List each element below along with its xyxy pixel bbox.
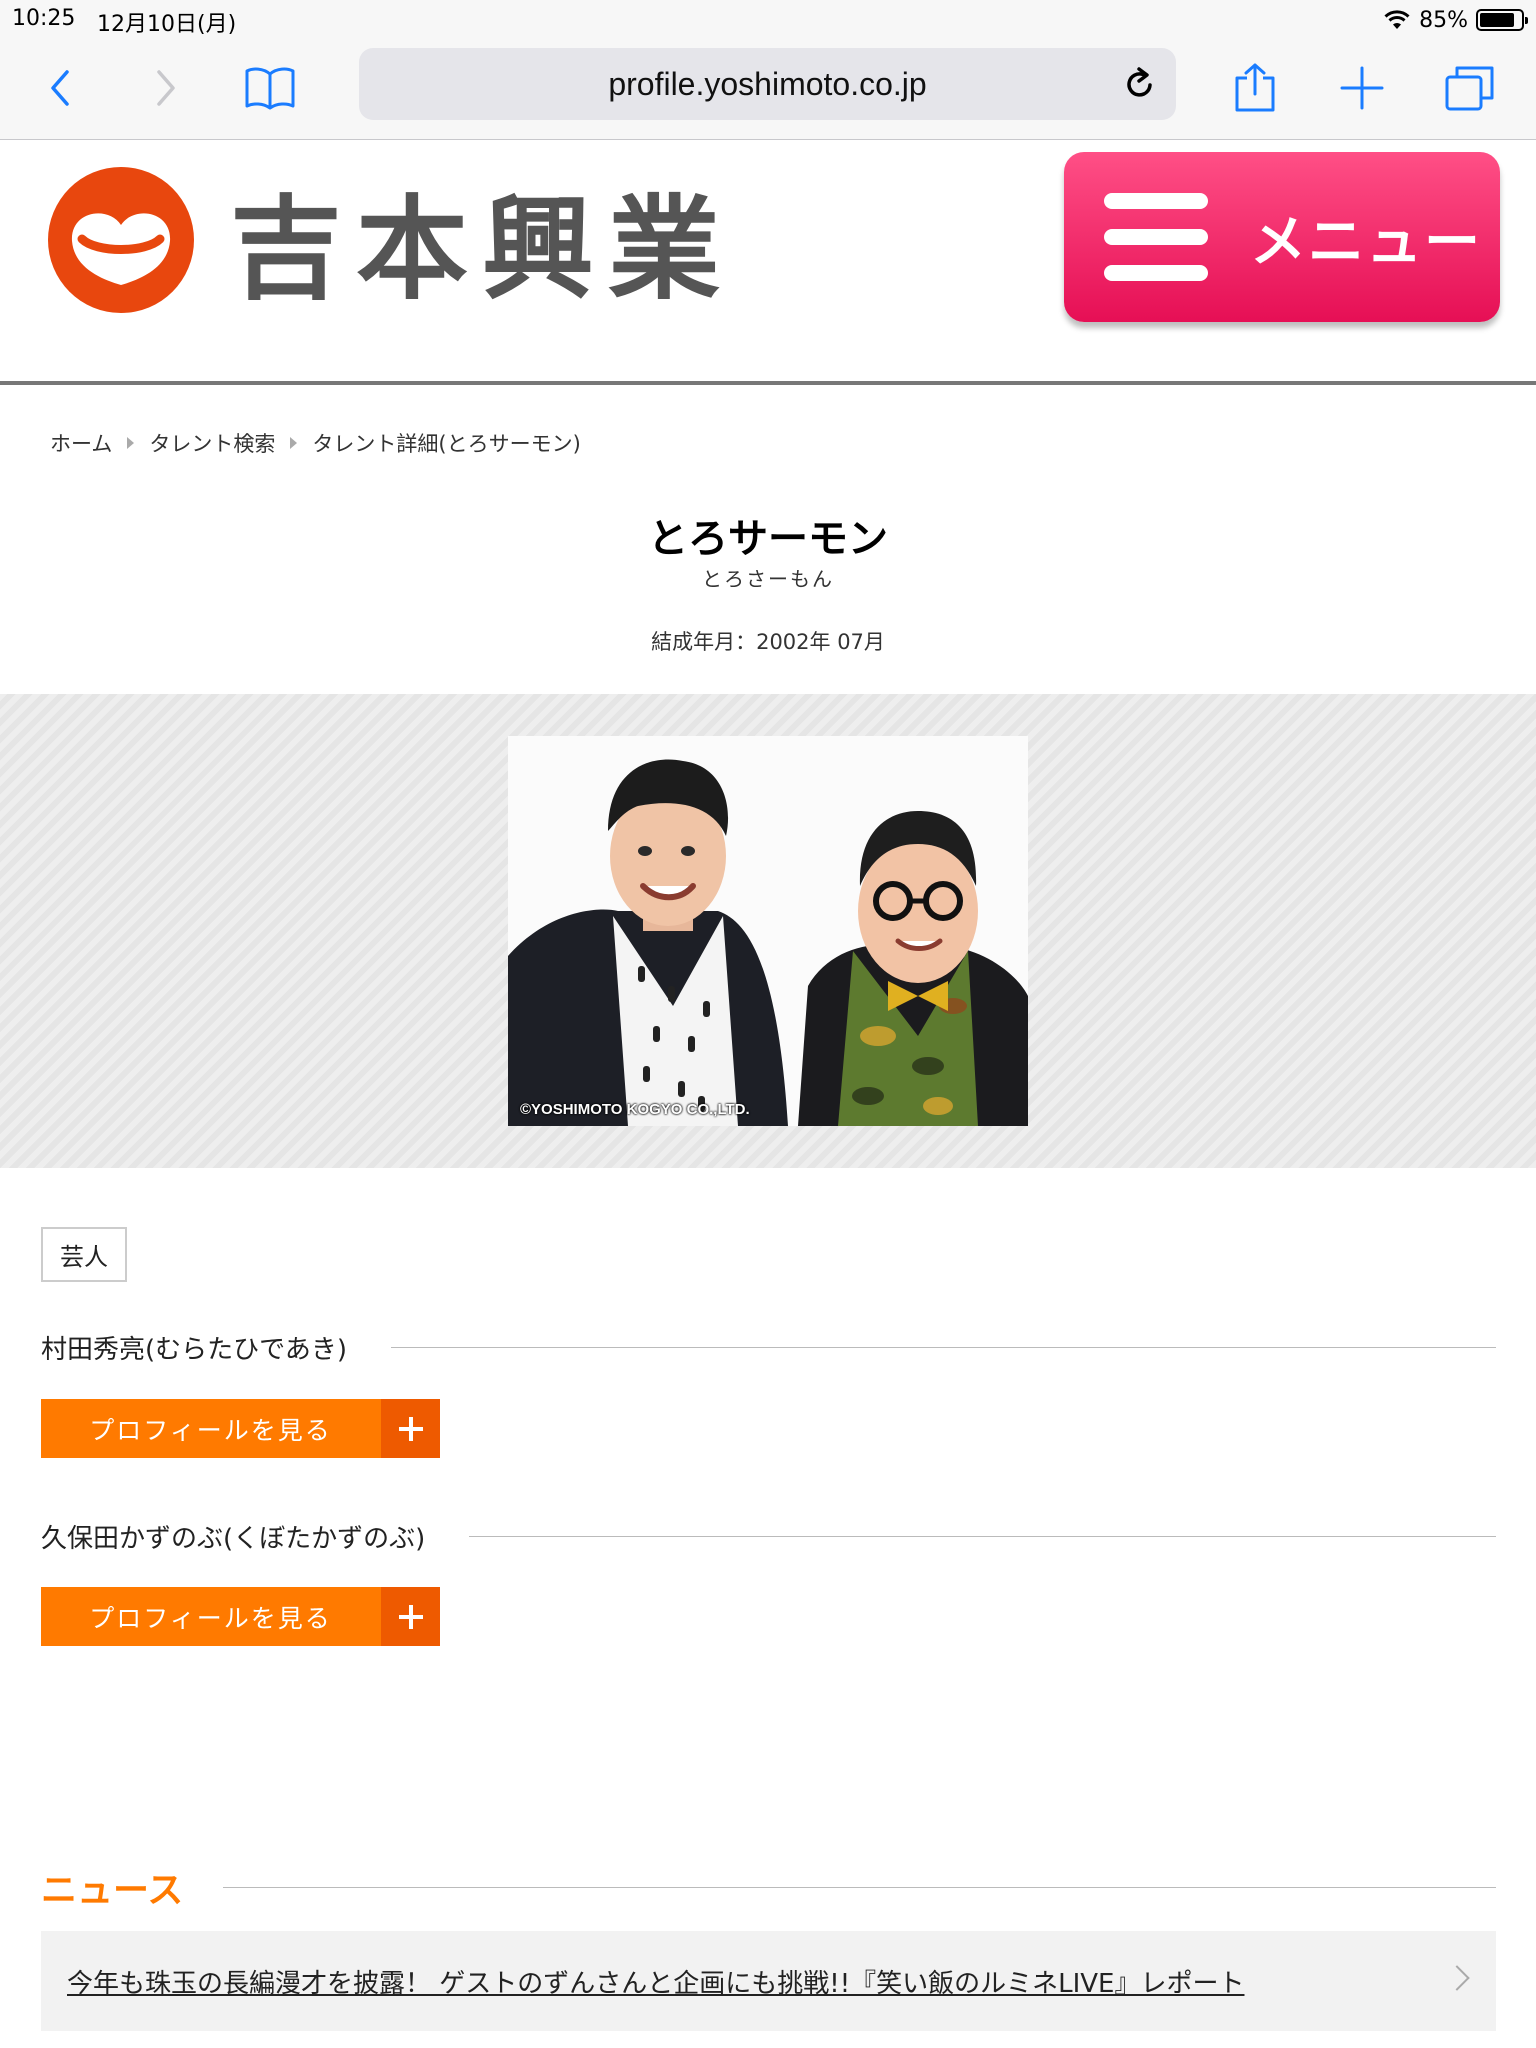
member-row: 久保田かずのぶ(くぼたかずのぶ) <box>41 1516 1496 1556</box>
logo-text: 吉本興業 <box>230 185 734 315</box>
tabs-icon <box>1445 66 1494 111</box>
new-tab-icon <box>1340 66 1384 110</box>
photo-band: ©YOSHIMOTO KOGYO CO.,LTD. <box>0 694 1536 1168</box>
battery-percent: 85% <box>1419 7 1468 33</box>
view-profile-button[interactable]: プロフィールを見る <box>41 1587 440 1646</box>
status-indicators: 85% <box>1383 6 1528 34</box>
member-divider <box>391 1346 1496 1348</box>
talent-photo-illustration <box>508 736 1028 1126</box>
site-header: 吉本興業 メニュー <box>0 140 1536 385</box>
status-bar: 10:25 12月10日(月) 85% <box>0 0 1536 40</box>
member-divider <box>469 1535 1496 1537</box>
news-header: ニュース <box>41 1862 1496 1912</box>
bookmarks-icon <box>245 67 295 110</box>
address-bar[interactable]: profile.yoshimoto.co.jp <box>359 48 1176 120</box>
status-time: 10:25 <box>12 6 76 31</box>
news-item[interactable]: 今年も珠玉の長編漫才を披露！ ゲストのずんさんと企画にも挑戦!!『笑い飯のルミネ… <box>41 1931 1496 2031</box>
plus-icon <box>381 1399 440 1458</box>
hamburger-icon <box>1104 193 1208 281</box>
breadcrumb-separator-icon <box>290 437 298 449</box>
view-profile-label: プロフィールを見る <box>89 1415 332 1445</box>
breadcrumb-home[interactable]: ホーム <box>50 428 112 458</box>
new-tab-button[interactable] <box>1332 58 1392 118</box>
reload-icon <box>1127 67 1152 97</box>
talent-photo: ©YOSHIMOTO KOGYO CO.,LTD. <box>508 736 1028 1126</box>
back-button[interactable] <box>30 58 90 118</box>
back-icon <box>51 70 69 106</box>
talent-name: とろサーモン <box>648 516 888 562</box>
url-text: profile.yoshimoto.co.jp <box>608 65 927 102</box>
share-button[interactable] <box>1225 58 1285 118</box>
breadcrumb-current: タレント詳細(とろサーモン) <box>312 432 581 456</box>
browser-toolbar: profile.yoshimoto.co.jp <box>0 40 1536 140</box>
logo-smile-icon <box>48 167 194 313</box>
menu-button[interactable]: メニュー <box>1064 152 1500 322</box>
talent-kana: とろさーもん <box>702 567 834 591</box>
forward-icon <box>157 70 175 106</box>
battery-icon <box>1476 9 1528 31</box>
news-item-link[interactable]: 今年も珠玉の長編漫才を披露！ ゲストのずんさんと企画にも挑戦!!『笑い飯のルミネ… <box>67 1963 1244 2000</box>
forward-button[interactable] <box>136 58 196 118</box>
news-divider <box>223 1886 1496 1888</box>
category-tag: 芸人 <box>41 1227 127 1282</box>
wifi-icon <box>1384 10 1410 29</box>
share-icon <box>1235 63 1275 112</box>
tabs-button[interactable] <box>1440 58 1500 118</box>
menu-label: メニュー <box>1250 209 1482 275</box>
breadcrumb-talent-search[interactable]: タレント検索 <box>149 428 275 458</box>
battery-level <box>1480 13 1514 27</box>
breadcrumb: ホーム タレント検索 タレント詳細(とろサーモン) <box>50 428 581 458</box>
status-date: 12月10日(月) <box>97 12 237 37</box>
site-logo[interactable]: 吉本興業 <box>48 160 734 320</box>
breadcrumb-separator-icon <box>127 437 135 449</box>
member-name: 村田秀亮(むらたひであき) <box>41 1334 348 1365</box>
formation-date: 結成年月：2002年 07月 <box>651 630 885 654</box>
member-row: 村田秀亮(むらたひであき) <box>41 1327 1496 1367</box>
chevron-right-icon <box>1444 1965 1470 1991</box>
photo-copyright: ©YOSHIMOTO KOGYO CO.,LTD. <box>520 1101 750 1118</box>
view-profile-label: プロフィールを見る <box>89 1603 332 1633</box>
view-profile-button[interactable]: プロフィールを見る <box>41 1399 440 1458</box>
news-heading: ニュース <box>41 1870 184 1911</box>
reload-button[interactable] <box>1116 60 1164 108</box>
member-name: 久保田かずのぶ(くぼたかずのぶ) <box>41 1523 426 1554</box>
plus-icon <box>381 1587 440 1646</box>
bookmarks-button[interactable] <box>240 58 300 118</box>
